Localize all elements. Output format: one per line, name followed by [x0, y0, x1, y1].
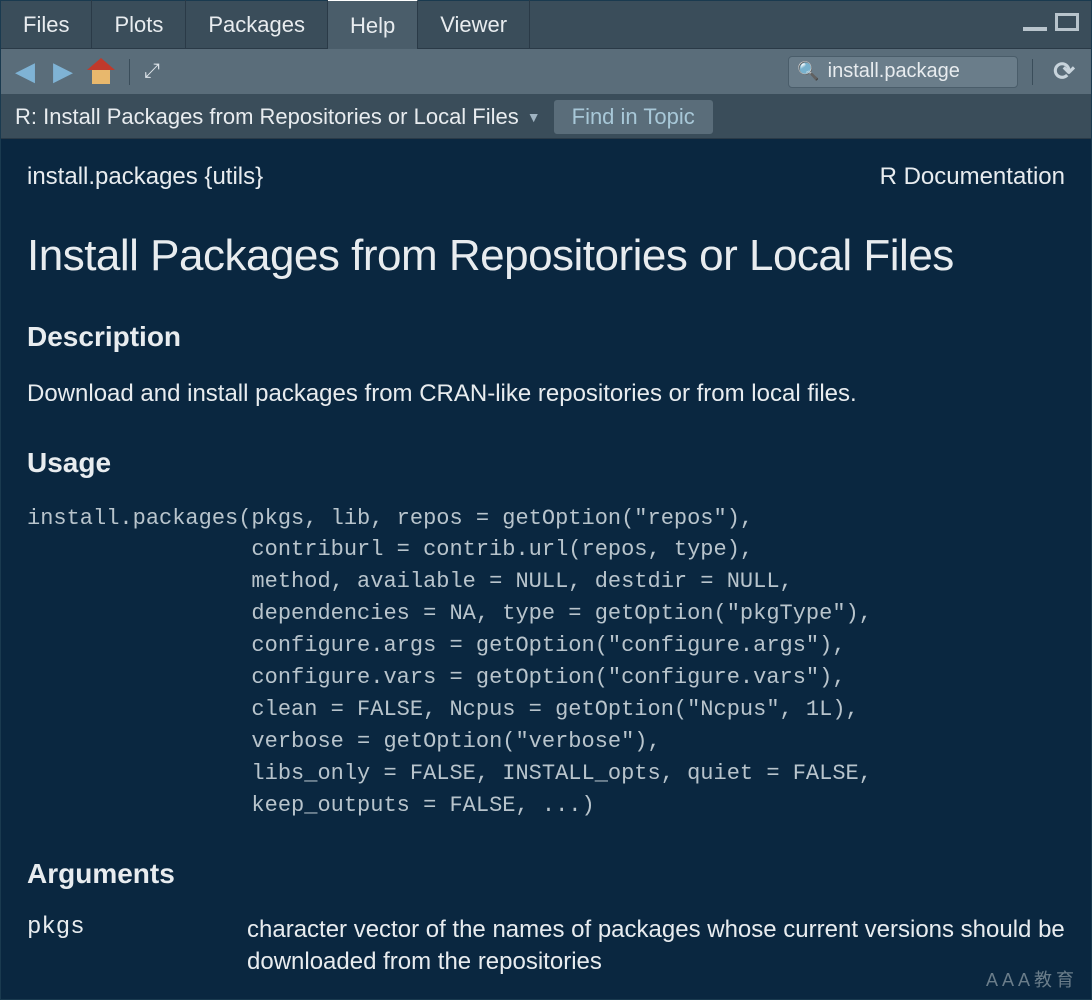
divider	[129, 59, 130, 85]
usage-code: install.packages(pkgs, lib, repos = getO…	[27, 503, 1065, 822]
find-in-topic-button[interactable]: Find in Topic	[553, 99, 714, 135]
doc-signature: install.packages {utils}	[27, 163, 263, 191]
breadcrumb-label: R: Install Packages from Repositories or…	[15, 104, 519, 130]
tab-packages[interactable]: Packages	[186, 0, 328, 50]
forward-icon[interactable]: ▶	[49, 56, 77, 87]
tab-bar: Files Plots Packages Help Viewer	[1, 1, 1091, 49]
window-controls	[1023, 13, 1091, 37]
refresh-icon[interactable]: ⟳	[1047, 56, 1081, 87]
page-title: Install Packages from Repositories or Lo…	[27, 231, 1065, 281]
tab-help[interactable]: Help	[328, 0, 418, 51]
section-usage-heading: Usage	[27, 447, 1065, 479]
chevron-down-icon: ▼	[527, 109, 541, 125]
popout-icon[interactable]: ⤢	[144, 60, 160, 83]
doc-source: R Documentation	[880, 163, 1065, 191]
argument-row: pkgs character vector of the names of pa…	[27, 914, 1065, 979]
argument-desc: character vector of the names of package…	[247, 914, 1065, 979]
divider	[1032, 59, 1033, 85]
tab-plots[interactable]: Plots	[92, 0, 186, 50]
watermark: AAA教育	[986, 966, 1078, 992]
search-icon: 🔍	[797, 61, 819, 82]
help-content[interactable]: install.packages {utils} R Documentation…	[1, 139, 1091, 999]
breadcrumb[interactable]: R: Install Packages from Repositories or…	[15, 104, 541, 130]
section-description-heading: Description	[27, 321, 1065, 353]
description-text: Download and install packages from CRAN-…	[27, 377, 1065, 411]
tab-viewer[interactable]: Viewer	[418, 0, 530, 50]
sub-header: R: Install Packages from Repositories or…	[1, 95, 1091, 139]
argument-name: pkgs	[27, 914, 247, 979]
toolbar: ◀ ▶ ⤢ 🔍 ✕ ⟳	[1, 49, 1091, 95]
tab-files[interactable]: Files	[1, 0, 92, 50]
search-box[interactable]: 🔍 ✕	[788, 56, 1018, 88]
home-icon[interactable]	[87, 60, 115, 84]
back-icon[interactable]: ◀	[11, 56, 39, 87]
minimize-icon[interactable]	[1023, 23, 1047, 31]
maximize-icon[interactable]	[1055, 13, 1079, 31]
section-arguments-heading: Arguments	[27, 858, 1065, 890]
